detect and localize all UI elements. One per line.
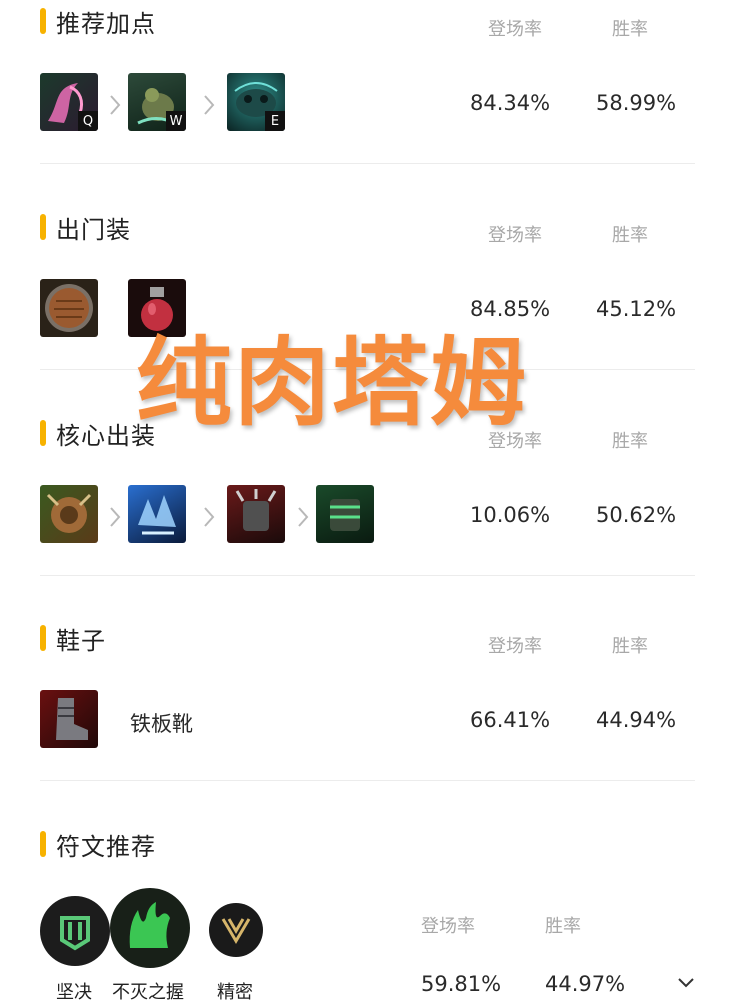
pick-rate-header: 登场率 [421, 916, 475, 937]
section-header: 出门装 [40, 211, 131, 244]
section-accent-bar [40, 625, 46, 651]
skill-w-icon[interactable]: W [128, 73, 186, 131]
shield-icon[interactable] [40, 279, 98, 337]
skill-key-label: W [166, 111, 186, 131]
win-rate-header: 胜率 [612, 431, 648, 452]
boots-icon[interactable] [40, 690, 98, 748]
resolve-rune-icon[interactable] [40, 896, 110, 966]
win-rate-value: 50.62% [596, 503, 677, 527]
item-armor-icon[interactable] [40, 485, 98, 543]
skill-key-label: Q [78, 111, 98, 131]
section-title: 符文推荐 [56, 832, 156, 861]
section-accent-bar [40, 8, 46, 34]
precision-rune-icon[interactable] [209, 903, 263, 957]
win-rate-value: 44.97% [545, 972, 626, 996]
win-rate-header: 胜率 [612, 19, 648, 40]
pick-rate-header: 登场率 [488, 19, 542, 40]
win-rate-value: 58.99% [596, 91, 677, 115]
chevron-right-icon [110, 507, 121, 527]
chevron-right-icon [110, 95, 121, 115]
rune-label: 坚决 [56, 982, 92, 1003]
pick-rate-header: 登场率 [488, 225, 542, 246]
pick-rate-value: 10.06% [470, 503, 551, 527]
win-rate-header: 胜率 [612, 636, 648, 657]
pick-rate-value: 66.41% [470, 708, 551, 732]
win-rate-value: 44.94% [596, 708, 677, 732]
skill-key-label: E [265, 111, 285, 131]
item-spiked-armor-icon[interactable] [227, 485, 285, 543]
grasp-rune-icon[interactable] [110, 888, 190, 968]
section-divider [40, 163, 695, 164]
section-header: 推荐加点 [40, 5, 156, 38]
item-ice-icon[interactable] [128, 485, 186, 543]
skill-e-icon[interactable]: E [227, 73, 285, 131]
win-rate-header: 胜率 [612, 225, 648, 246]
rune-label: 精密 [217, 982, 253, 1003]
pick-rate-value: 84.34% [470, 91, 551, 115]
overlay-title: 纯肉塔姆 [136, 327, 528, 439]
section-title: 鞋子 [56, 626, 106, 655]
rune-label: 不灭之握 [112, 982, 184, 1003]
chevron-right-icon [204, 507, 215, 527]
section-divider [40, 780, 695, 781]
section-accent-bar [40, 420, 46, 446]
section-title: 出门装 [56, 215, 131, 244]
section-header: 符文推荐 [40, 828, 156, 861]
win-rate-value: 45.12% [596, 297, 677, 321]
section-accent-bar [40, 214, 46, 240]
skill-q-icon[interactable]: Q [40, 73, 98, 131]
section-divider [40, 575, 695, 576]
boots-item-name: 铁板靴 [130, 712, 193, 736]
chevron-right-icon [298, 507, 309, 527]
item-green-armor-icon[interactable] [316, 485, 374, 543]
section-header: 鞋子 [40, 622, 106, 655]
pick-rate-header: 登场率 [488, 636, 542, 657]
chevron-right-icon [204, 95, 215, 115]
win-rate-header: 胜率 [545, 916, 581, 937]
chevron-down-icon[interactable] [676, 976, 696, 990]
section-accent-bar [40, 831, 46, 857]
section-title: 推荐加点 [56, 9, 156, 38]
pick-rate-value: 59.81% [421, 972, 502, 996]
